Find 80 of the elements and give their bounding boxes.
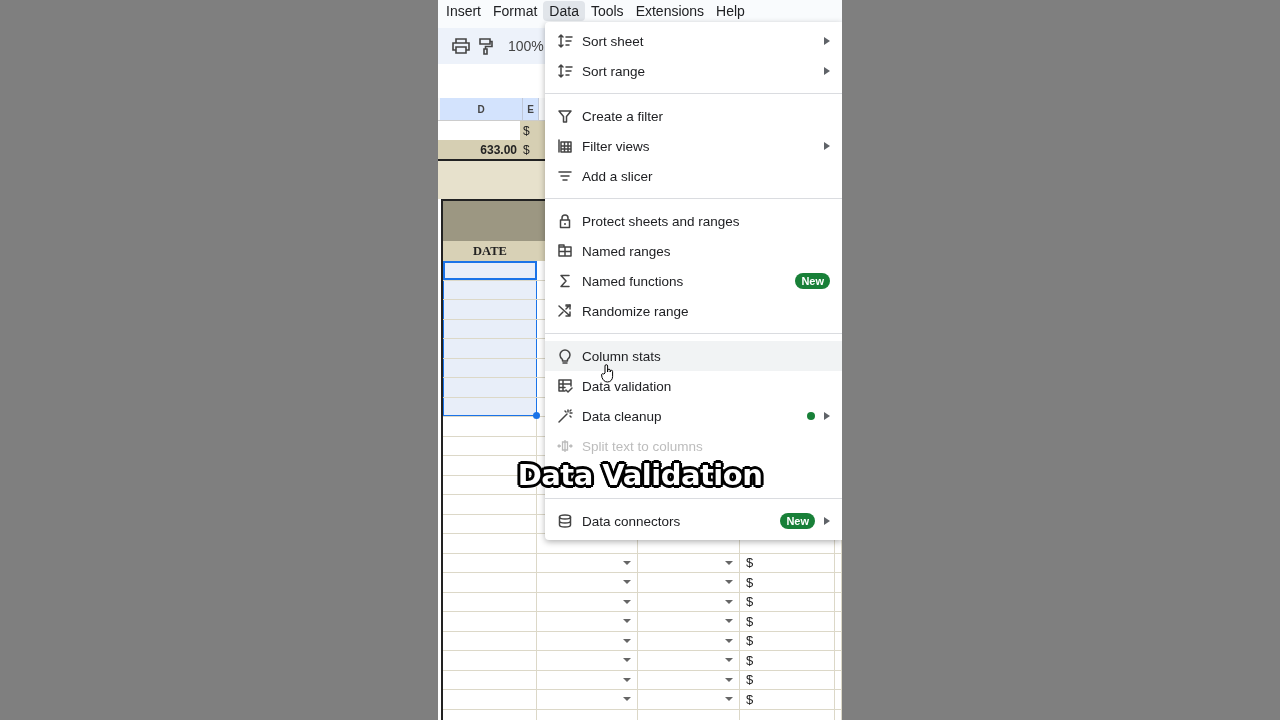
table-cell: $ <box>740 592 835 611</box>
menu-item[interactable]: Add a slicer <box>545 161 842 191</box>
menu-item[interactable]: Named functions New <box>545 266 842 296</box>
video-caption: Data Validation <box>517 458 763 492</box>
menu-item[interactable]: Data connectors New <box>545 506 842 536</box>
table-cell: $ <box>740 651 835 670</box>
table-cell[interactable] <box>443 378 537 397</box>
column-header[interactable]: E <box>523 98 539 120</box>
dropdown-arrow-icon[interactable] <box>725 580 733 585</box>
table-cell[interactable] <box>443 300 537 319</box>
menu-item[interactable]: Create a filter <box>545 101 842 131</box>
menu-bar-item[interactable]: Extensions <box>629 1 711 21</box>
menu-item[interactable]: Protect sheets and ranges <box>545 206 842 236</box>
table-cell[interactable] <box>443 261 537 280</box>
dropdown-arrow-icon[interactable] <box>725 599 733 604</box>
menu-bar-item[interactable]: Insert <box>440 1 487 21</box>
menu-item[interactable]: Named ranges <box>545 236 842 266</box>
column-header: DATE <box>472 242 508 260</box>
split-icon <box>557 438 573 454</box>
table-cell: $ <box>740 612 835 631</box>
menu-item[interactable]: Filter views <box>545 131 842 161</box>
table-cell: $ <box>740 670 835 689</box>
menu-bar-item[interactable]: Data <box>543 1 585 21</box>
lines-icon <box>557 168 573 184</box>
table-cell-text: $ <box>522 141 531 159</box>
dropdown-arrow-icon[interactable] <box>725 658 733 663</box>
sigma-icon <box>557 273 573 289</box>
new-badge: New <box>795 273 830 289</box>
menu-bar-item[interactable]: Tools <box>584 1 630 21</box>
menu-item[interactable]: Column stats <box>545 341 842 371</box>
lightbulb-icon <box>557 348 573 364</box>
magic-wand-icon <box>557 408 573 424</box>
filter-icon <box>557 108 573 124</box>
sort-icon <box>557 33 573 49</box>
shuffle-icon <box>557 303 573 319</box>
table-cell-text: 633.00 <box>479 141 518 159</box>
submenu-arrow-icon <box>824 412 830 420</box>
dropdown-arrow-icon[interactable] <box>725 619 733 624</box>
submenu-arrow-icon <box>824 517 830 525</box>
table-check-icon <box>557 378 573 394</box>
table-cell: $ <box>740 631 835 650</box>
table-icon <box>557 138 573 154</box>
table-cell[interactable] <box>443 339 537 358</box>
submenu-arrow-icon <box>824 37 830 45</box>
menu-item[interactable]: Data cleanup <box>545 401 842 431</box>
dropdown-arrow-icon[interactable] <box>623 658 631 663</box>
dropdown-arrow-icon[interactable] <box>623 619 631 624</box>
selection-handle[interactable] <box>533 412 540 419</box>
table-icon <box>557 243 573 259</box>
menu-item[interactable]: Data validation <box>545 371 842 401</box>
dropdown-arrow-icon[interactable] <box>725 677 733 682</box>
dropdown-arrow-icon[interactable] <box>623 580 631 585</box>
hand-cursor-icon <box>601 364 615 383</box>
table-cell: $ <box>740 573 835 592</box>
sort-icon <box>557 63 573 79</box>
new-badge: New <box>780 513 815 529</box>
submenu-arrow-icon <box>824 142 830 150</box>
zoom-select[interactable]: 100% <box>508 38 544 54</box>
menu-bar-item[interactable]: Help <box>710 1 751 21</box>
menu-item[interactable]: Sort sheet <box>545 26 842 56</box>
dropdown-arrow-icon[interactable] <box>725 638 733 643</box>
dropdown-arrow-icon[interactable] <box>725 560 733 565</box>
dropdown-arrow-icon[interactable] <box>623 560 631 565</box>
menu-item[interactable]: Sort range <box>545 56 842 86</box>
lock-icon <box>557 213 573 229</box>
menu-bar-item[interactable]: Format <box>487 1 544 21</box>
menu-item[interactable]: Randomize range <box>545 296 842 326</box>
submenu-arrow-icon <box>824 67 830 75</box>
dropdown-arrow-icon[interactable] <box>725 697 733 702</box>
dropdown-arrow-icon[interactable] <box>623 697 631 702</box>
table-cell: $ <box>740 553 835 572</box>
dropdown-arrow-icon[interactable] <box>623 599 631 604</box>
database-icon <box>557 513 573 529</box>
column-header[interactable]: D <box>440 98 523 120</box>
dropdown-arrow-icon[interactable] <box>623 677 631 682</box>
table-cell: $ <box>740 690 835 709</box>
dropdown-arrow-icon[interactable] <box>623 638 631 643</box>
print-icon[interactable] <box>452 38 470 54</box>
paint-roller-icon[interactable] <box>479 37 493 55</box>
table-cell-text: $ <box>522 122 531 140</box>
